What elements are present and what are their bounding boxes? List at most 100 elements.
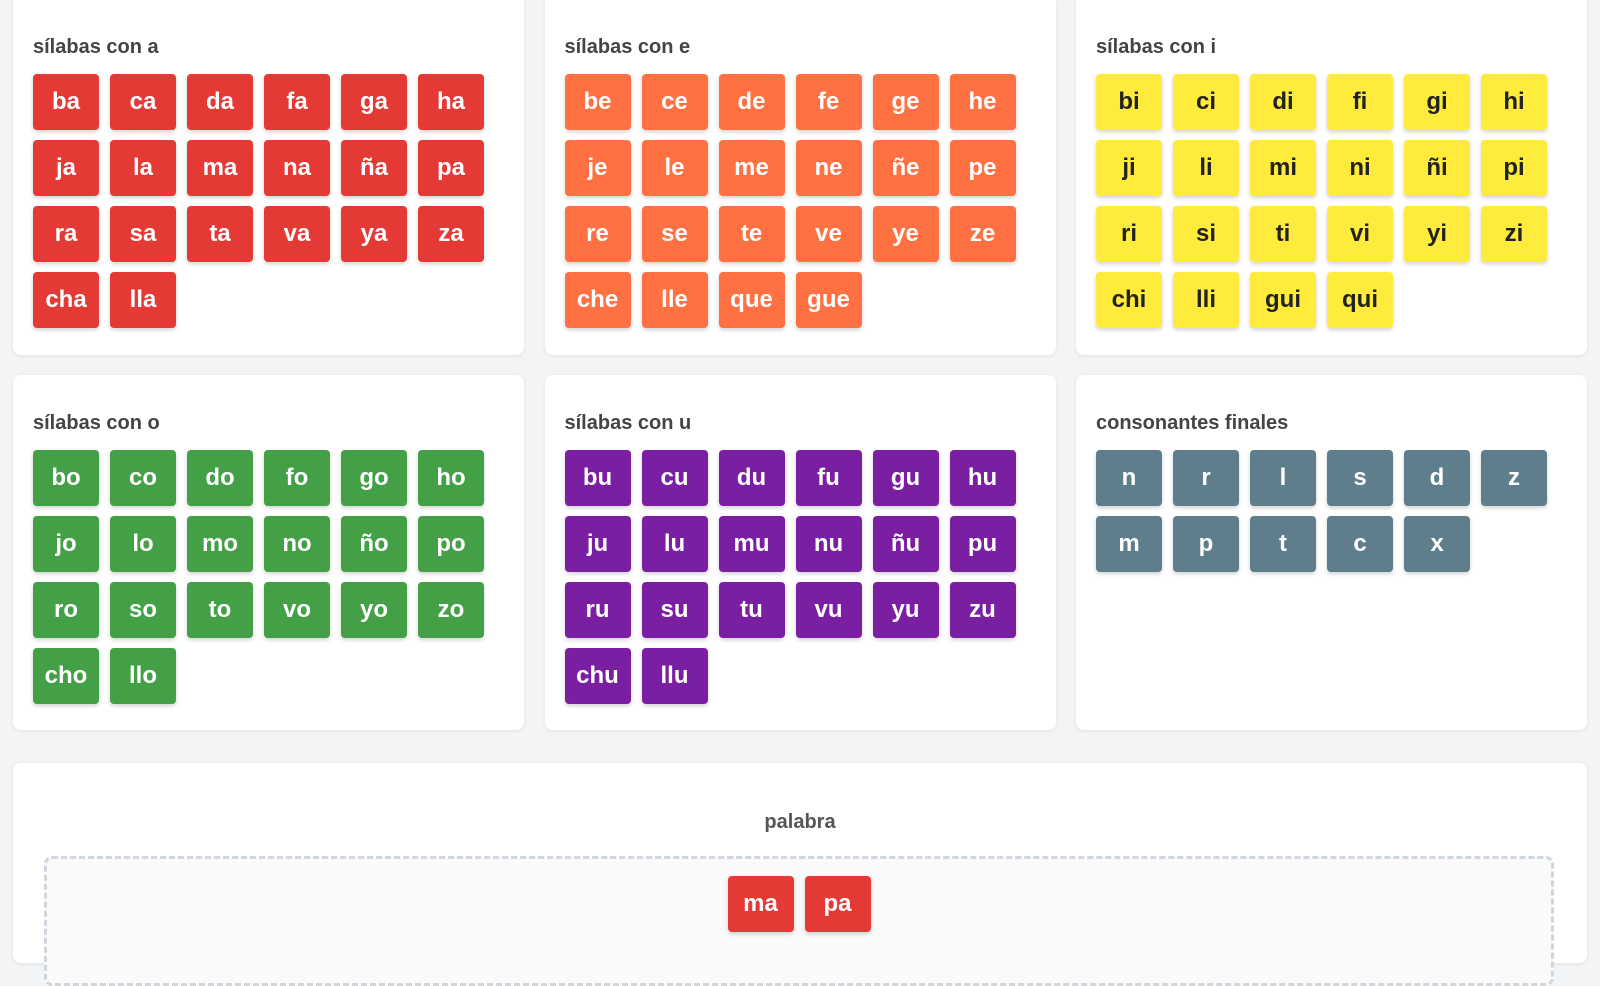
syllable-tile[interactable]: x: [1404, 516, 1470, 572]
syllable-tile[interactable]: lo: [110, 516, 176, 572]
syllable-tile[interactable]: ña: [341, 140, 407, 196]
syllable-tile[interactable]: fo: [264, 450, 330, 506]
syllable-tile[interactable]: ga: [341, 74, 407, 130]
syllable-tile[interactable]: ni: [1327, 140, 1393, 196]
syllable-tile[interactable]: gi: [1404, 74, 1470, 130]
word-syllable-tile[interactable]: ma: [727, 876, 794, 932]
syllable-tile[interactable]: to: [187, 582, 253, 638]
syllable-tile[interactable]: lli: [1173, 272, 1239, 328]
syllable-tile[interactable]: ba: [33, 74, 99, 130]
syllable-tile[interactable]: cho: [33, 648, 99, 704]
syllable-tile[interactable]: zu: [949, 582, 1016, 638]
syllable-tile[interactable]: s: [1327, 450, 1393, 506]
syllable-tile[interactable]: vu: [795, 582, 862, 638]
syllable-tile[interactable]: ju: [564, 516, 631, 572]
syllable-tile[interactable]: ya: [341, 206, 407, 262]
syllable-tile[interactable]: gu: [872, 450, 939, 506]
syllable-tile[interactable]: te: [718, 206, 785, 262]
syllable-tile[interactable]: be: [564, 74, 631, 130]
syllable-tile[interactable]: lla: [110, 272, 176, 328]
syllable-tile[interactable]: ñe: [872, 140, 939, 196]
syllable-tile[interactable]: chu: [564, 648, 631, 704]
syllable-tile[interactable]: ro: [33, 582, 99, 638]
syllable-tile[interactable]: ho: [418, 450, 484, 506]
syllable-tile[interactable]: lle: [641, 272, 708, 328]
syllable-tile[interactable]: llu: [641, 648, 708, 704]
syllable-tile[interactable]: che: [564, 272, 631, 328]
syllable-tile[interactable]: ta: [187, 206, 253, 262]
syllable-tile[interactable]: he: [949, 74, 1016, 130]
syllable-tile[interactable]: si: [1173, 206, 1239, 262]
syllable-tile[interactable]: l: [1250, 450, 1316, 506]
syllable-tile[interactable]: yo: [341, 582, 407, 638]
syllable-tile[interactable]: fa: [264, 74, 330, 130]
syllable-tile[interactable]: cu: [641, 450, 708, 506]
syllable-tile[interactable]: de: [718, 74, 785, 130]
syllable-tile[interactable]: ci: [1173, 74, 1239, 130]
syllable-tile[interactable]: fu: [795, 450, 862, 506]
syllable-tile[interactable]: c: [1327, 516, 1393, 572]
syllable-tile[interactable]: ge: [872, 74, 939, 130]
syllable-tile[interactable]: d: [1404, 450, 1470, 506]
syllable-tile[interactable]: je: [564, 140, 631, 196]
syllable-tile[interactable]: sa: [110, 206, 176, 262]
syllable-tile[interactable]: hu: [949, 450, 1016, 506]
syllable-tile[interactable]: jo: [33, 516, 99, 572]
syllable-tile[interactable]: tu: [718, 582, 785, 638]
syllable-tile[interactable]: mi: [1250, 140, 1316, 196]
syllable-tile[interactable]: t: [1250, 516, 1316, 572]
syllable-tile[interactable]: so: [110, 582, 176, 638]
syllable-tile[interactable]: ze: [949, 206, 1016, 262]
syllable-tile[interactable]: no: [264, 516, 330, 572]
syllable-tile[interactable]: ma: [187, 140, 253, 196]
syllable-tile[interactable]: ca: [110, 74, 176, 130]
syllable-tile[interactable]: ha: [418, 74, 484, 130]
syllable-tile[interactable]: yu: [872, 582, 939, 638]
syllable-tile[interactable]: zo: [418, 582, 484, 638]
syllable-tile[interactable]: ne: [795, 140, 862, 196]
syllable-tile[interactable]: li: [1173, 140, 1239, 196]
syllable-tile[interactable]: chi: [1096, 272, 1162, 328]
syllable-tile[interactable]: vo: [264, 582, 330, 638]
syllable-tile[interactable]: se: [641, 206, 708, 262]
syllable-tile[interactable]: ñi: [1404, 140, 1470, 196]
syllable-tile[interactable]: za: [418, 206, 484, 262]
syllable-tile[interactable]: di: [1250, 74, 1316, 130]
syllable-tile[interactable]: su: [641, 582, 708, 638]
syllable-tile[interactable]: ru: [564, 582, 631, 638]
syllable-tile[interactable]: qui: [1327, 272, 1393, 328]
syllable-tile[interactable]: pa: [418, 140, 484, 196]
syllable-tile[interactable]: ji: [1096, 140, 1162, 196]
syllable-tile[interactable]: fe: [795, 74, 862, 130]
syllable-tile[interactable]: ja: [33, 140, 99, 196]
syllable-tile[interactable]: ra: [33, 206, 99, 262]
syllable-tile[interactable]: bi: [1096, 74, 1162, 130]
syllable-tile[interactable]: go: [341, 450, 407, 506]
syllable-tile[interactable]: mo: [187, 516, 253, 572]
syllable-tile[interactable]: m: [1096, 516, 1162, 572]
syllable-tile[interactable]: co: [110, 450, 176, 506]
syllable-tile[interactable]: ño: [341, 516, 407, 572]
syllable-tile[interactable]: nu: [795, 516, 862, 572]
syllable-tile[interactable]: pi: [1481, 140, 1547, 196]
syllable-tile[interactable]: que: [718, 272, 785, 328]
syllable-tile[interactable]: mu: [718, 516, 785, 572]
word-dropzone[interactable]: ma pa: [44, 856, 1554, 986]
syllable-tile[interactable]: vi: [1327, 206, 1393, 262]
syllable-tile[interactable]: zi: [1481, 206, 1547, 262]
syllable-tile[interactable]: cha: [33, 272, 99, 328]
syllable-tile[interactable]: ri: [1096, 206, 1162, 262]
syllable-tile[interactable]: yi: [1404, 206, 1470, 262]
syllable-tile[interactable]: r: [1173, 450, 1239, 506]
syllable-tile[interactable]: do: [187, 450, 253, 506]
syllable-tile[interactable]: me: [718, 140, 785, 196]
syllable-tile[interactable]: va: [264, 206, 330, 262]
syllable-tile[interactable]: n: [1096, 450, 1162, 506]
syllable-tile[interactable]: bo: [33, 450, 99, 506]
syllable-tile[interactable]: fi: [1327, 74, 1393, 130]
syllable-tile[interactable]: ti: [1250, 206, 1316, 262]
syllable-tile[interactable]: re: [564, 206, 631, 262]
syllable-tile[interactable]: ve: [795, 206, 862, 262]
syllable-tile[interactable]: ce: [641, 74, 708, 130]
syllable-tile[interactable]: bu: [564, 450, 631, 506]
